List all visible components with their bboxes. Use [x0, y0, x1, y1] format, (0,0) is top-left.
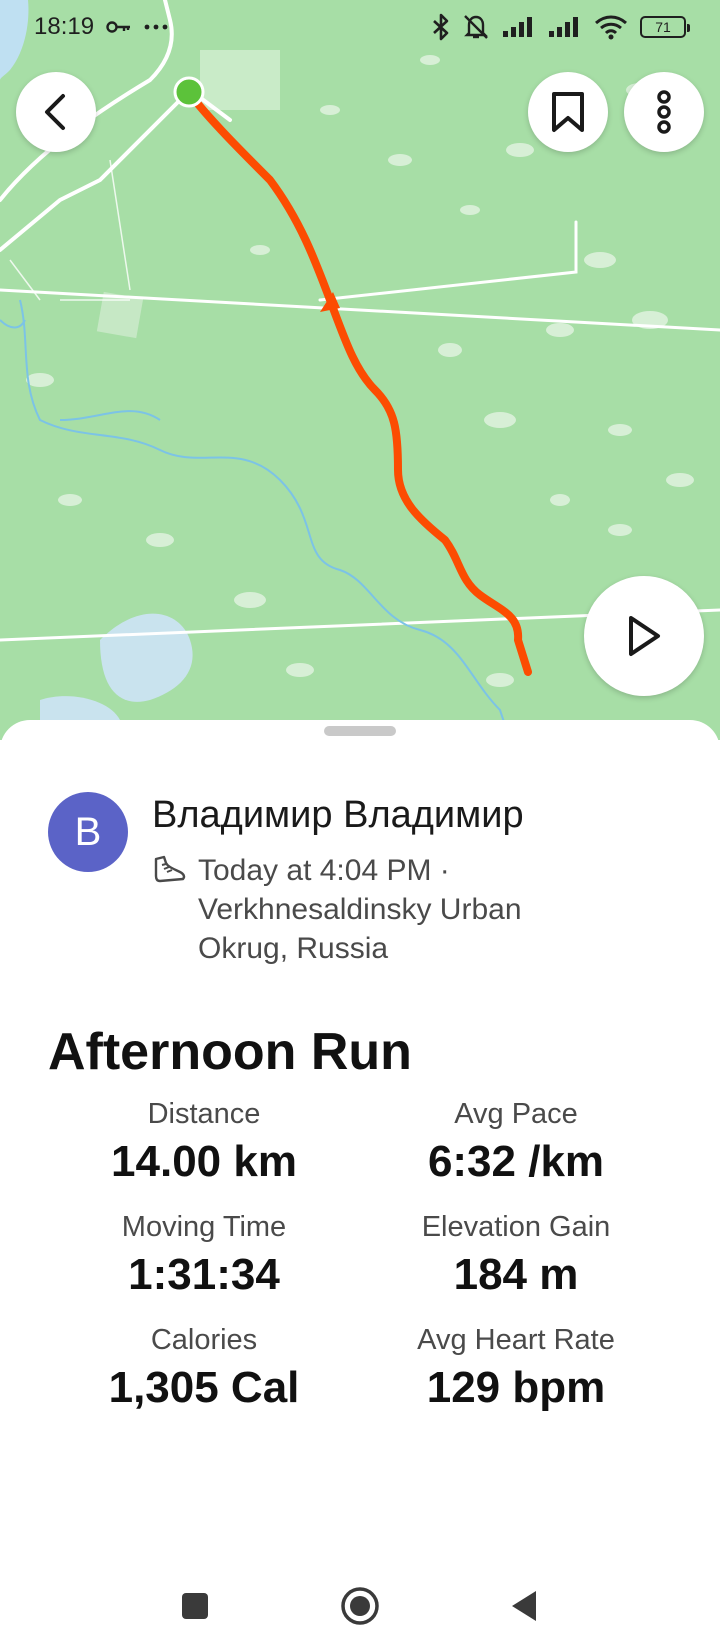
recents-button[interactable]	[173, 1584, 217, 1628]
athlete-header: B Владимир Владимир Today at 4:04 PM · V…	[48, 792, 558, 968]
avatar[interactable]: B	[48, 792, 128, 872]
stat-calories: Calories 1,305 Cal	[48, 1324, 360, 1413]
system-back-button[interactable]	[502, 1584, 546, 1628]
sheet-drag-handle[interactable]	[324, 726, 396, 736]
status-time: 18:19	[34, 13, 95, 40]
stats-grid: Distance 14.00 km Avg Pace 6:32 /km Movi…	[48, 1098, 672, 1413]
home-button[interactable]	[338, 1584, 382, 1628]
battery-level: 71	[655, 19, 671, 35]
stat-distance: Distance 14.00 km	[48, 1098, 360, 1187]
stat-value: 6:32 /km	[427, 1137, 605, 1186]
wifi-icon	[595, 15, 627, 40]
back-button[interactable]	[16, 72, 96, 152]
stat-avg-heart-rate: Avg Heart Rate 129 bpm	[360, 1324, 672, 1413]
status-bar: 18:19 71	[0, 0, 720, 54]
more-dots-icon	[144, 24, 168, 30]
battery-icon: 71	[640, 16, 690, 38]
home-circle-icon	[341, 1587, 379, 1625]
stat-value: 129 bpm	[426, 1363, 606, 1412]
signal-icon	[549, 17, 578, 37]
recents-square-icon	[182, 1593, 208, 1619]
bookmark-button[interactable]	[528, 72, 608, 152]
stat-label: Calories	[150, 1324, 258, 1356]
avatar-initial: B	[74, 809, 102, 854]
stat-elevation-gain: Elevation Gain 184 m	[360, 1211, 672, 1300]
bluetooth-icon	[433, 13, 449, 41]
play-flyover-button[interactable]	[584, 576, 704, 696]
stat-label: Elevation Gain	[421, 1211, 611, 1243]
more-vertical-icon	[657, 90, 671, 134]
more-options-button[interactable]	[624, 72, 704, 152]
stat-value: 184 m	[453, 1250, 579, 1299]
activity-details-sheet[interactable]: B Владимир Владимир Today at 4:04 PM · V…	[0, 720, 720, 1650]
stat-label: Avg Pace	[454, 1098, 578, 1130]
shoe-icon	[154, 855, 186, 883]
activity-time-location: Today at 4:04 PM · Verkhnesaldinsky Urba…	[198, 854, 522, 965]
stat-label: Avg Heart Rate	[417, 1324, 615, 1356]
system-nav-bar	[0, 1560, 720, 1650]
stat-label: Moving Time	[121, 1211, 287, 1243]
athlete-name[interactable]: Владимир Владимир	[152, 794, 558, 837]
signal-icon	[503, 17, 532, 37]
stat-avg-pace: Avg Pace 6:32 /km	[360, 1098, 672, 1187]
stat-moving-time: Moving Time 1:31:34	[48, 1211, 360, 1300]
route-map[interactable]: 18:19 71	[0, 0, 720, 740]
route-line	[186, 90, 532, 676]
stat-value: 1:31:34	[128, 1250, 280, 1299]
bookmark-icon	[552, 92, 584, 132]
bell-off-icon	[464, 15, 488, 39]
back-triangle-icon	[512, 1591, 536, 1621]
start-marker	[173, 76, 205, 108]
stat-label: Distance	[147, 1098, 261, 1130]
activity-title: Afternoon Run	[48, 1023, 412, 1081]
key-icon	[106, 21, 131, 33]
back-icon	[45, 94, 65, 130]
stat-value: 14.00 km	[111, 1137, 297, 1186]
stat-value: 1,305 Cal	[108, 1363, 300, 1412]
play-icon	[629, 616, 660, 656]
